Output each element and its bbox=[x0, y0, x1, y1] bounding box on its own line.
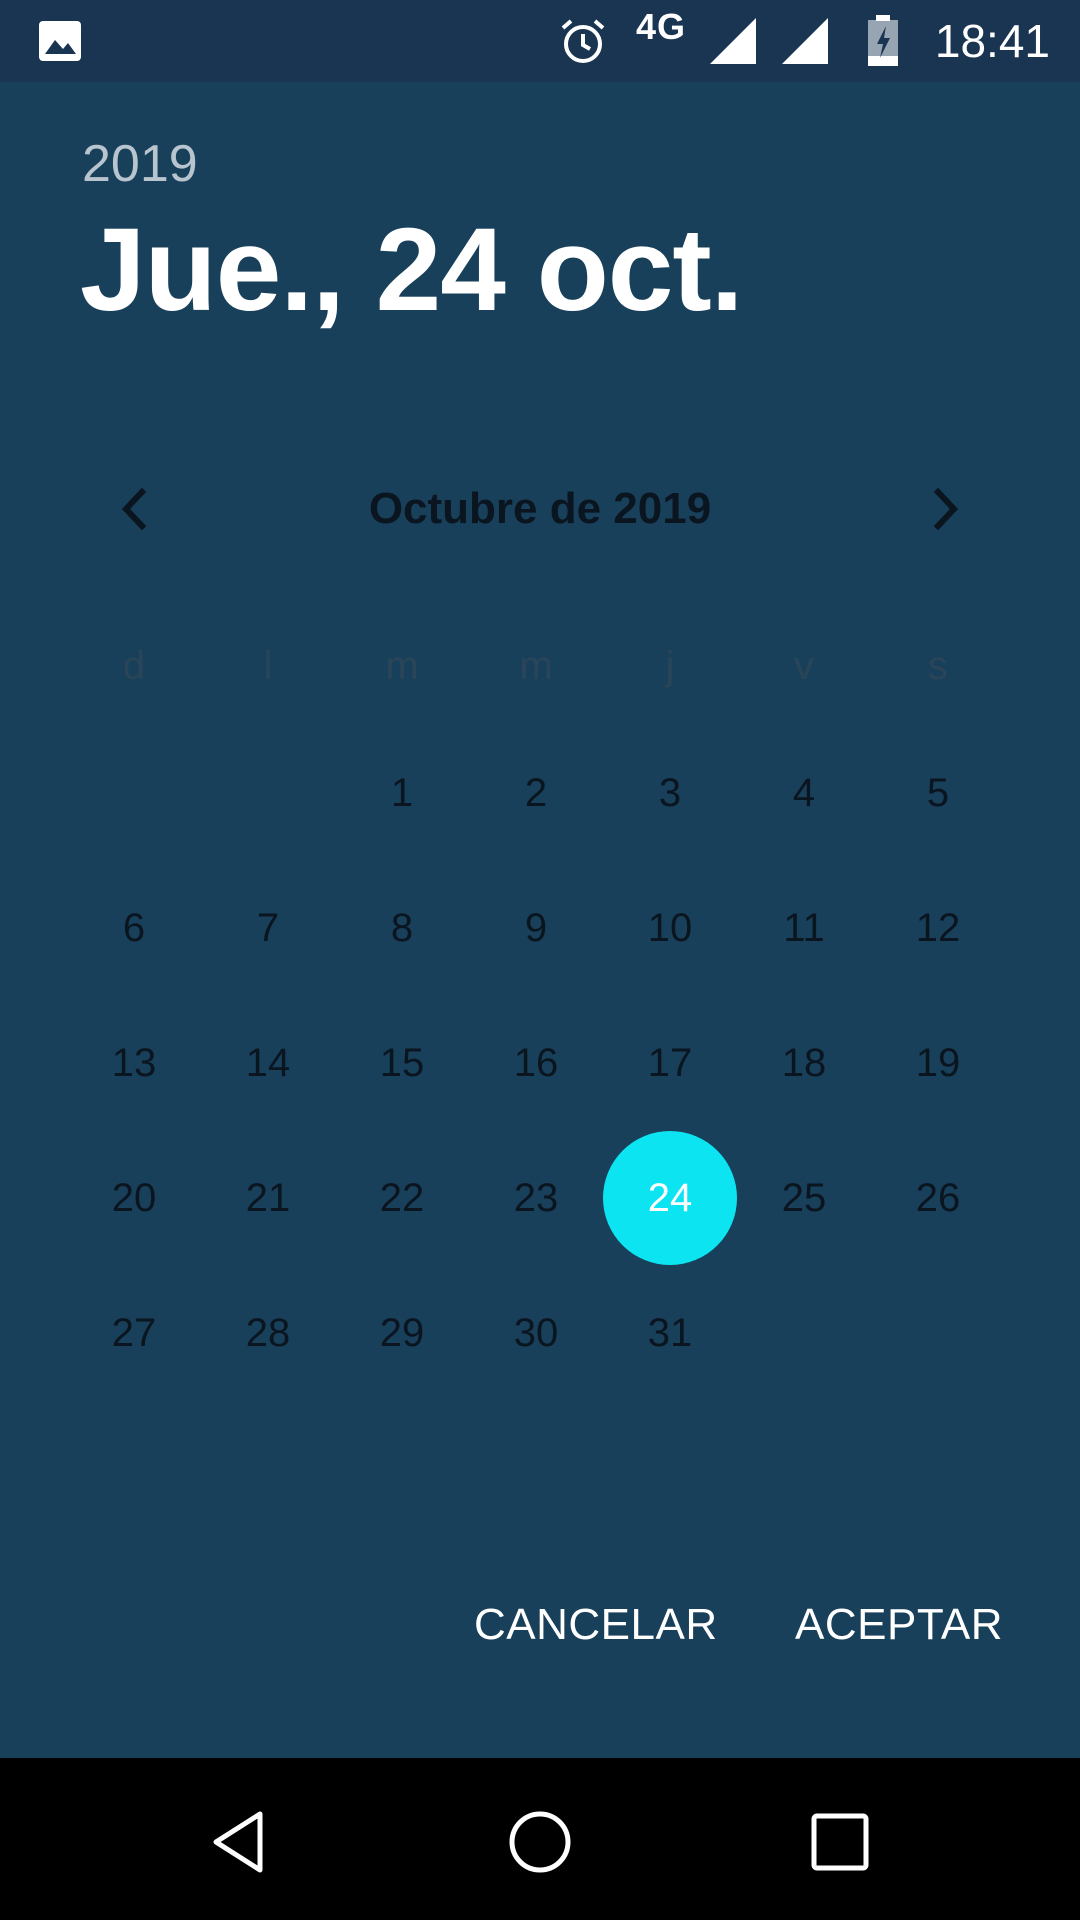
day-cell[interactable]: 22 bbox=[335, 1131, 469, 1265]
weekday-label: m bbox=[519, 643, 553, 688]
day-cell[interactable]: 23 bbox=[469, 1131, 603, 1265]
image-icon bbox=[39, 21, 81, 61]
alarm-icon bbox=[561, 19, 605, 63]
back-icon[interactable] bbox=[206, 1806, 278, 1878]
day-cell[interactable]: 31 bbox=[603, 1266, 737, 1400]
day-cell[interactable]: 10 bbox=[603, 861, 737, 995]
day-cell[interactable]: 17 bbox=[603, 996, 737, 1130]
day-cell[interactable]: 18 bbox=[737, 996, 871, 1130]
signal-icon bbox=[710, 18, 756, 64]
day-cell[interactable]: 25 bbox=[737, 1131, 871, 1265]
weekday-label: l bbox=[263, 643, 273, 688]
day-cell[interactable]: 28 bbox=[201, 1266, 335, 1400]
day-cell[interactable]: 29 bbox=[335, 1266, 469, 1400]
date-picker-header: 2019 Jue., 24 oct. bbox=[0, 82, 1080, 382]
day-cell[interactable]: 6 bbox=[67, 861, 201, 995]
day-cell[interactable]: 11 bbox=[737, 861, 871, 995]
month-title: Octubre de 2019 bbox=[368, 484, 712, 533]
day-cell[interactable]: 2 bbox=[469, 726, 603, 860]
recent-apps-icon[interactable] bbox=[804, 1806, 876, 1878]
day-cell[interactable]: 4 bbox=[737, 726, 871, 860]
day-cell[interactable]: 16 bbox=[469, 996, 603, 1130]
weekday-label: m bbox=[385, 643, 419, 688]
day-cell[interactable]: 27 bbox=[67, 1266, 201, 1400]
day-cell[interactable]: 15 bbox=[335, 996, 469, 1130]
network-type: 4G bbox=[636, 6, 687, 47]
day-cell[interactable]: 12 bbox=[871, 861, 1005, 995]
day-cell[interactable]: 19 bbox=[871, 996, 1005, 1130]
header-year[interactable]: 2019 bbox=[82, 134, 198, 194]
dialog-actions: CANCELAR ACEPTAR bbox=[0, 1600, 1080, 1680]
accept-button[interactable]: ACEPTAR bbox=[795, 1600, 1003, 1650]
day-cell[interactable]: 7 bbox=[201, 861, 335, 995]
cancel-button[interactable]: CANCELAR bbox=[474, 1600, 718, 1650]
day-cell[interactable]: 1 bbox=[335, 726, 469, 860]
signal-icon bbox=[782, 18, 828, 64]
status-time: 18:41 bbox=[934, 15, 1050, 67]
weekday-label: d bbox=[122, 643, 146, 688]
day-cell[interactable]: 30 bbox=[469, 1266, 603, 1400]
weekday-label: s bbox=[928, 643, 948, 688]
home-icon[interactable] bbox=[504, 1806, 576, 1878]
day-cell[interactable]: 8 bbox=[335, 861, 469, 995]
day-cell[interactable]: 9 bbox=[469, 861, 603, 995]
battery-charging-icon bbox=[868, 15, 898, 66]
day-cell[interactable]: 14 bbox=[201, 996, 335, 1130]
day-cell[interactable]: 13 bbox=[67, 996, 201, 1130]
day-cell[interactable]: 20 bbox=[67, 1131, 201, 1265]
day-cell[interactable]: 26 bbox=[871, 1131, 1005, 1265]
header-selected-date[interactable]: Jue., 24 oct. bbox=[80, 202, 744, 338]
navigation-bar bbox=[0, 1758, 1080, 1920]
status-bar: 4G 18:41 bbox=[0, 0, 1080, 82]
day-cell[interactable]: 21 bbox=[201, 1131, 335, 1265]
day-cell[interactable]: 3 bbox=[603, 726, 737, 860]
day-cell[interactable]: 5 bbox=[871, 726, 1005, 860]
day-selected[interactable]: 24 bbox=[603, 1131, 737, 1265]
weekday-label: v bbox=[794, 643, 814, 688]
weekday-label: j bbox=[665, 643, 675, 688]
chevron-right-icon[interactable] bbox=[920, 484, 970, 534]
month-navigation: Octubre de 2019 bbox=[0, 470, 1080, 550]
